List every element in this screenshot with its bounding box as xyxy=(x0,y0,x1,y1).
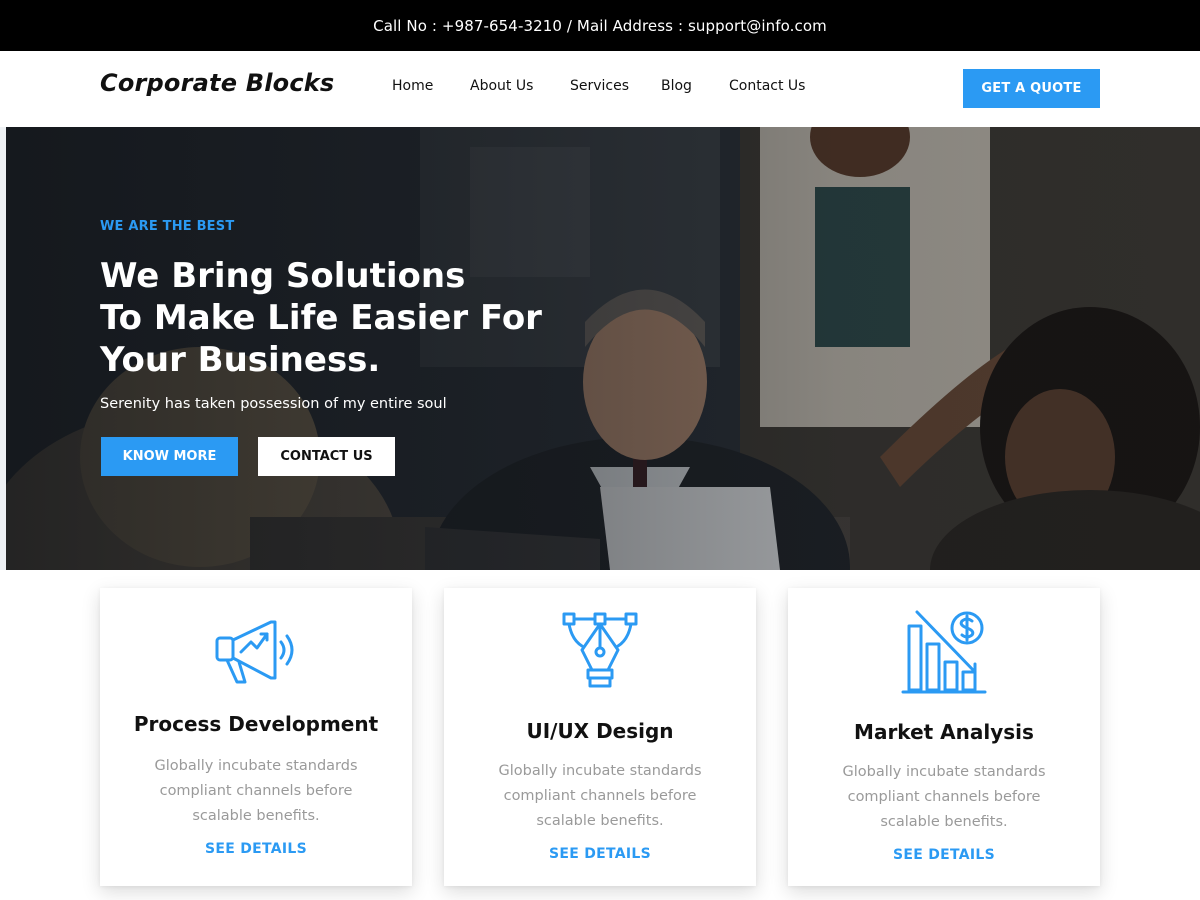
card-title: Process Development xyxy=(133,712,379,736)
hero-left-edge xyxy=(0,127,6,570)
site-header: Corporate Blocks Home About Us Services … xyxy=(0,51,1200,127)
nav-home[interactable]: Home xyxy=(392,78,433,94)
hero-kicker: WE ARE THE BEST xyxy=(100,219,235,234)
hero-section: WE ARE THE BEST We Bring Solutions To Ma… xyxy=(0,127,1200,570)
declining-chart-dollar-icon xyxy=(788,610,1100,696)
service-card-ui-ux-design: UI/UX Design Globally incubate standards… xyxy=(444,588,756,886)
card-description: Globally incubate standards compliant ch… xyxy=(154,758,358,824)
see-details-link[interactable]: SEE DETAILS xyxy=(444,846,756,862)
hero-subline: Serenity has taken possession of my enti… xyxy=(100,396,447,412)
get-a-quote-button[interactable]: GET A QUOTE xyxy=(963,69,1100,108)
top-contact-bar: Call No : +987-654-3210 / Mail Address :… xyxy=(0,0,1200,51)
card-description: Globally incubate standards compliant ch… xyxy=(498,763,702,829)
nav-contact-us[interactable]: Contact Us xyxy=(729,78,805,94)
see-details-link[interactable]: SEE DETAILS xyxy=(100,841,412,857)
hero-headline: We Bring Solutions To Make Life Easier F… xyxy=(100,255,560,381)
see-details-link[interactable]: SEE DETAILS xyxy=(788,847,1100,863)
nav-blog[interactable]: Blog xyxy=(661,78,692,94)
nav-services[interactable]: Services xyxy=(570,78,629,94)
contact-info-text: Call No : +987-654-3210 / Mail Address :… xyxy=(373,16,827,35)
site-logo[interactable]: Corporate Blocks xyxy=(100,69,334,97)
service-card-market-analysis: Market Analysis Globally incubate standa… xyxy=(788,588,1100,886)
megaphone-growth-icon xyxy=(100,616,412,686)
pen-tool-bezier-icon xyxy=(444,610,756,690)
hero-headline-line: We Bring Solutions xyxy=(100,256,466,296)
nav-about-us[interactable]: About Us xyxy=(470,78,533,94)
card-description: Globally incubate standards compliant ch… xyxy=(842,764,1046,830)
know-more-button[interactable]: KNOW MORE xyxy=(101,437,238,476)
card-title: UI/UX Design xyxy=(526,719,674,743)
hero-headline-line: Your Business. xyxy=(100,340,381,380)
service-card-process-development: Process Development Globally incubate st… xyxy=(100,588,412,886)
card-title: Market Analysis xyxy=(854,720,1034,744)
hero-headline-line: To Make Life Easier For xyxy=(100,298,542,338)
contact-us-button[interactable]: CONTACT US xyxy=(258,437,395,476)
